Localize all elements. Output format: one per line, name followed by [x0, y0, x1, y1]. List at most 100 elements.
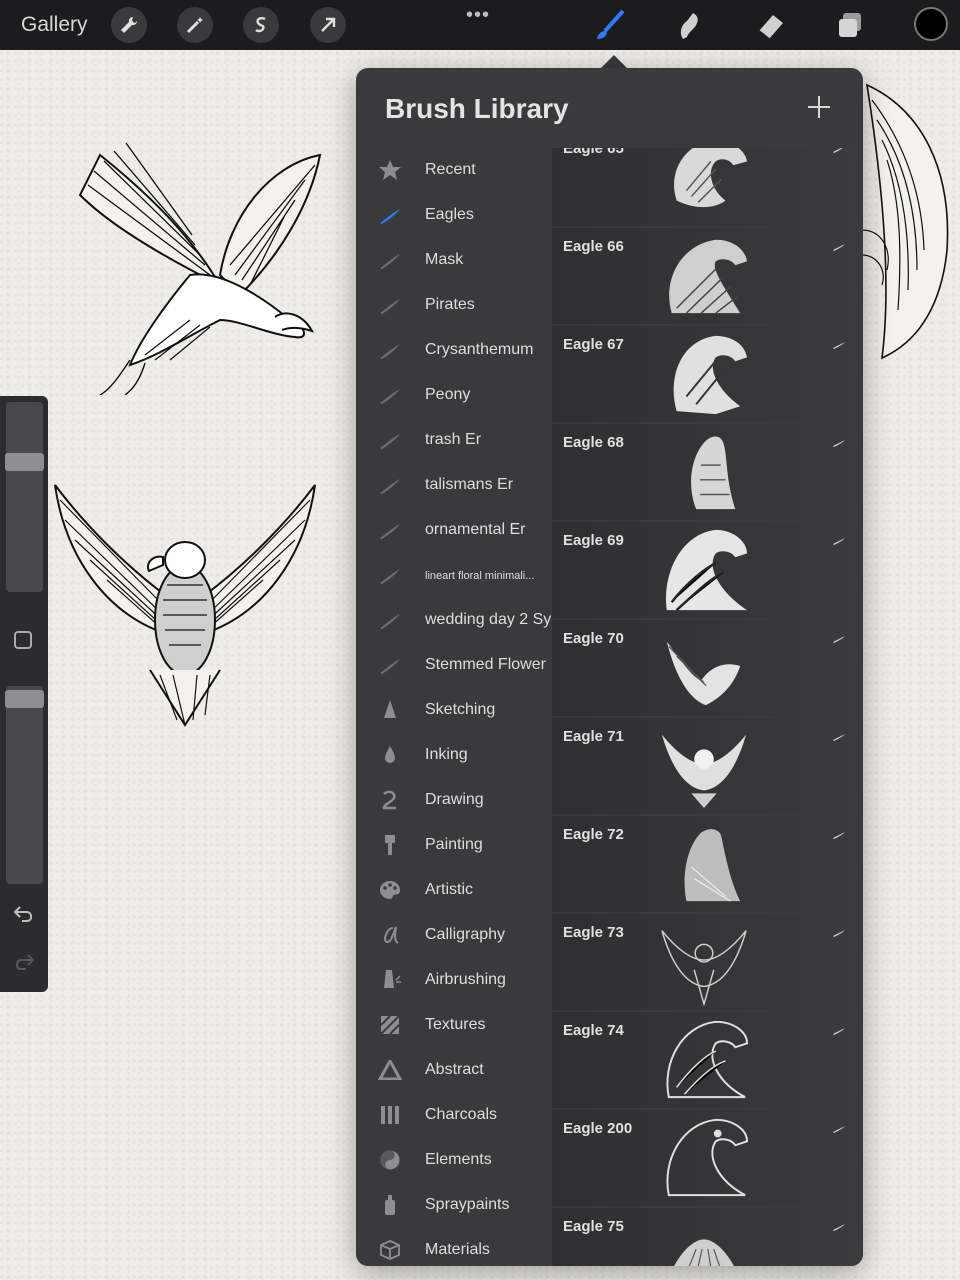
add-brush-plus-icon[interactable]: [806, 94, 832, 120]
brush-item[interactable]: Eagle 65: [552, 148, 863, 228]
brush-stroke-icon: [378, 430, 402, 450]
brush-item[interactable]: Eagle 67: [552, 326, 863, 424]
brush-stroke-icon: [378, 340, 402, 360]
modify-button[interactable]: [14, 631, 32, 649]
brush-item[interactable]: Eagle 74: [552, 1012, 863, 1110]
actions-wrench-icon[interactable]: [111, 7, 147, 43]
brush-item[interactable]: Eagle 73: [552, 914, 863, 1012]
brush-name: Eagle 69: [563, 532, 624, 549]
brush-item[interactable]: Eagle 69: [552, 522, 863, 620]
brush-item[interactable]: Eagle 72: [552, 816, 863, 914]
layers-icon[interactable]: [832, 8, 868, 44]
brush-category-item[interactable]: Mask: [356, 238, 552, 283]
eraser-tool-icon[interactable]: [752, 8, 788, 44]
brush-category-label: Charcoals: [425, 1106, 498, 1123]
brush-category-item[interactable]: Crysanthemum: [356, 328, 552, 373]
brush-category-item[interactable]: Artistic: [356, 868, 552, 913]
brush-item[interactable]: Eagle 66: [552, 228, 863, 326]
star-icon: [378, 160, 402, 180]
brush-category-label: Materials: [425, 1241, 490, 1258]
top-toolbar: Gallery •••: [0, 0, 960, 50]
brush-name: Eagle 70: [563, 630, 624, 647]
yin-yang-icon: [378, 1150, 402, 1170]
brush-preview-eagle-icon: [656, 1014, 752, 1104]
brush-category-item[interactable]: Pirates: [356, 283, 552, 328]
brush-item[interactable]: Eagle 75: [552, 1208, 863, 1266]
brush-category-item[interactable]: lineart floral minimali...: [356, 553, 552, 598]
left-sidebar: [0, 396, 48, 992]
brush-category-item[interactable]: Abstract: [356, 1048, 552, 1093]
popover-pointer: [600, 55, 628, 69]
brush-category-item[interactable]: Stemmed Flower: [356, 643, 552, 688]
brush-category-item[interactable]: talismans Er: [356, 463, 552, 508]
brush-category-item[interactable]: Spraypaints: [356, 1183, 552, 1228]
brush-category-item[interactable]: Sketching: [356, 688, 552, 733]
brush-category-label: Calligraphy: [425, 926, 506, 943]
brush-item[interactable]: Eagle 71: [552, 718, 863, 816]
brush-category-label: Sketching: [425, 701, 496, 718]
smudge-tool-icon[interactable]: [672, 8, 708, 44]
brush-category-label: Stemmed Flower: [425, 656, 546, 673]
brush-category-label: talismans Er: [425, 476, 514, 493]
brush-item[interactable]: Eagle 200: [552, 1110, 863, 1208]
brush-category-item[interactable]: Recent: [356, 148, 552, 193]
brush-item[interactable]: Eagle 70: [552, 620, 863, 718]
opacity-slider-thumb[interactable]: [5, 690, 44, 708]
redo-icon[interactable]: [12, 952, 36, 972]
brush-category-item[interactable]: Textures: [356, 1003, 552, 1048]
brush-category-item[interactable]: Airbrushing: [356, 958, 552, 1003]
brush-category-label: Painting: [425, 836, 483, 853]
more-options-icon[interactable]: •••: [466, 4, 490, 27]
brush-category-label: wedding day 2 Sy: [425, 611, 552, 628]
brush-preview-eagle-icon: [656, 328, 752, 418]
undo-icon[interactable]: [12, 904, 36, 924]
eagle-drawing-spread: [54, 484, 316, 727]
brush-category-label: Peony: [425, 386, 471, 403]
brush-category-label: Inking: [425, 746, 468, 763]
brush-stroke-icon: [832, 1022, 846, 1035]
brush-category-item[interactable]: Materials: [356, 1228, 552, 1266]
brush-size-slider[interactable]: [6, 402, 43, 592]
brush-category-item[interactable]: trash Er: [356, 418, 552, 463]
selection-icon[interactable]: [243, 7, 279, 43]
brush-category-label: Mask: [425, 251, 464, 268]
brush-item[interactable]: Eagle 68: [552, 424, 863, 522]
brush-category-label: Artistic: [425, 881, 473, 898]
brush-category-item[interactable]: Charcoals: [356, 1093, 552, 1138]
brush-stroke-icon: [832, 728, 846, 741]
adjustments-wand-icon[interactable]: [177, 7, 213, 43]
transform-arrow-icon[interactable]: [310, 7, 346, 43]
brush-category-label: Textures: [425, 1016, 486, 1033]
brush-category-item[interactable]: Elements: [356, 1138, 552, 1183]
brush-category-item[interactable]: Painting: [356, 823, 552, 868]
brush-stroke-icon: [378, 385, 402, 405]
brush-preview-eagle-icon: [656, 720, 752, 810]
ink-drop-icon: [378, 745, 402, 765]
brush-name: Eagle 73: [563, 924, 624, 941]
brush-category-item[interactable]: Peony: [356, 373, 552, 418]
brush-stroke-icon: [378, 520, 402, 540]
brush-category-item[interactable]: Inking: [356, 733, 552, 778]
brush-library-panel: Brush Library Recent Eagles Mask Pirates Cry…: [356, 68, 863, 1266]
brush-category-item[interactable]: wedding day 2 Sy: [356, 598, 552, 643]
color-picker-swatch[interactable]: [914, 7, 948, 41]
brush-name: Eagle 74: [563, 1022, 624, 1039]
spraycan-icon: [378, 1195, 402, 1215]
brush-stroke-icon: [832, 630, 846, 643]
brush-category-item[interactable]: ornamental Er: [356, 508, 552, 553]
pencil-tip-icon: [378, 700, 402, 720]
eagle-drawing-partial: [862, 83, 949, 360]
brush-category-item[interactable]: Eagles: [356, 193, 552, 238]
brush-category-item[interactable]: Calligraphy: [356, 913, 552, 958]
brush-size-slider-thumb[interactable]: [5, 453, 44, 471]
brush-category-item[interactable]: Drawing: [356, 778, 552, 823]
paint-brush-icon: [378, 835, 402, 855]
opacity-slider[interactable]: [6, 686, 43, 884]
brush-preview-eagle-icon: [656, 426, 752, 516]
gallery-button[interactable]: Gallery: [21, 13, 88, 37]
brush-category-label: trash Er: [425, 431, 482, 448]
brush-category-label: Crysanthemum: [425, 341, 534, 358]
brush-tool-icon[interactable]: [592, 8, 628, 44]
brush-stroke-icon: [378, 250, 402, 270]
swirl-icon: [378, 790, 402, 810]
